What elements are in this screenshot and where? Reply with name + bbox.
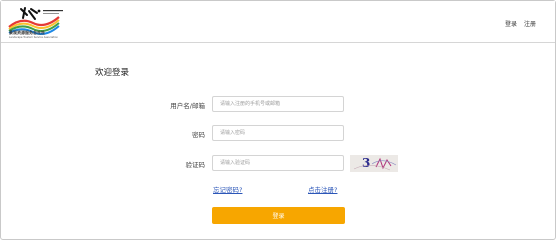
site-header: 景观资源服务总社社 Landscape Tourism Service Asso… [1,1,555,43]
captcha-image[interactable]: 3 [350,155,398,172]
password-label: 密码 [192,131,205,139]
forgot-password-link[interactable]: 忘记密码? [213,184,242,194]
page-title: 欢迎登录 [95,68,130,78]
captcha-noise [353,157,397,171]
password-input[interactable] [212,125,344,141]
register-link[interactable]: 点击注册? [308,184,337,194]
logo-subtitle: Landscape Tourism Service Association [9,36,58,39]
login-submit-button[interactable]: 登录 [212,207,345,224]
username-label: 用户名/邮箱 [170,102,205,110]
captcha-input[interactable] [212,155,344,171]
captcha-label: 验证码 [185,161,206,169]
nav-register-link[interactable]: 注册 [524,19,536,28]
username-input[interactable] [212,96,344,112]
nav-login-link[interactable]: 登录 [505,19,517,28]
